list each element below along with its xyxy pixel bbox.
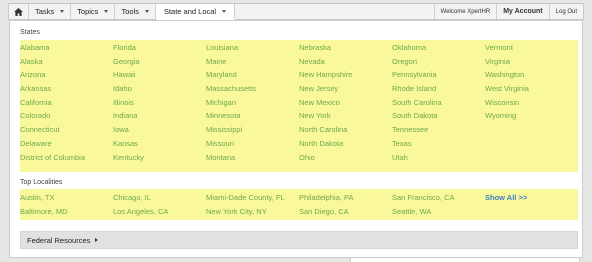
welcome-text: Welcome XpertHR <box>435 4 498 19</box>
nav-topics[interactable]: Topics <box>71 4 116 19</box>
state-link[interactable]: New Hampshire <box>299 68 392 82</box>
nav-tools[interactable]: Tools <box>115 4 156 19</box>
states-list: Alabama Florida Louisiana Nebraska Oklahoma V… <box>20 41 578 164</box>
state-link[interactable]: West Virginia <box>485 82 578 96</box>
page-content-edge <box>350 258 580 262</box>
locality-link[interactable]: Miami-Dade County, FL <box>206 191 299 205</box>
state-link[interactable]: California <box>20 96 113 110</box>
state-link[interactable]: Massachusetts <box>206 82 299 96</box>
locality-link[interactable]: Chicago, IL <box>113 191 206 205</box>
locality-link[interactable]: Austin, TX <box>20 191 113 205</box>
state-link[interactable]: Hawaii <box>113 68 206 82</box>
state-link[interactable]: Mississippi <box>206 123 299 137</box>
state-link[interactable]: Arkansas <box>20 82 113 96</box>
empty-cell <box>485 123 578 137</box>
locality-link[interactable]: Philadelphia, PA <box>299 191 392 205</box>
state-link[interactable]: Iowa <box>113 123 206 137</box>
empty-cell <box>485 151 578 165</box>
state-link[interactable]: Tennessee <box>392 123 485 137</box>
state-link[interactable]: Rhode Island <box>392 82 485 96</box>
locality-link[interactable]: San Francisco, CA <box>392 191 485 205</box>
nav-tasks[interactable]: Tasks <box>29 4 72 19</box>
locality-link[interactable]: Seattle, WA <box>392 205 485 219</box>
state-link[interactable]: Kansas <box>113 137 206 151</box>
state-link[interactable]: South Dakota <box>392 109 485 123</box>
state-link[interactable]: Texas <box>392 137 485 151</box>
show-all-link[interactable]: Show All >> <box>485 191 578 205</box>
chevron-down-icon <box>104 10 109 13</box>
empty-cell <box>485 137 578 151</box>
state-and-local-dropdown: States Alabama Florida Louisiana Nebraska Ok… <box>9 20 583 258</box>
state-link[interactable]: Delaware <box>20 137 113 151</box>
state-link[interactable]: Maine <box>206 55 299 69</box>
state-link[interactable]: Montana <box>206 151 299 165</box>
state-link[interactable]: Florida <box>113 41 206 55</box>
state-link[interactable]: Wisconsin <box>485 96 578 110</box>
locality-link[interactable]: San Diego, CA <box>299 205 392 219</box>
empty-cell <box>485 205 578 219</box>
state-link[interactable]: New York <box>299 109 392 123</box>
chevron-down-icon <box>60 10 65 13</box>
locality-link[interactable]: Los Angeles, CA <box>113 205 206 219</box>
state-link[interactable]: Missouri <box>206 137 299 151</box>
nav-state-and-local-label: State and Local <box>163 7 217 16</box>
my-account-link[interactable]: My Account <box>497 4 550 19</box>
state-link[interactable]: Nevada <box>299 55 392 69</box>
state-link[interactable]: Indiana <box>113 109 206 123</box>
state-link[interactable]: Connecticut <box>20 123 113 137</box>
state-link[interactable]: Georgia <box>113 55 206 69</box>
log-out-link[interactable]: Log Out <box>550 4 583 19</box>
states-heading: States <box>20 29 40 36</box>
state-link[interactable]: Utah <box>392 151 485 165</box>
localities-list: Austin, TX Chicago, IL Miami-Dade County, … <box>20 191 578 218</box>
state-link[interactable]: Nebraska <box>299 41 392 55</box>
state-link[interactable]: New Mexico <box>299 96 392 110</box>
state-link[interactable]: South Carolina <box>392 96 485 110</box>
state-link[interactable]: Louisiana <box>206 41 299 55</box>
chevron-down-icon <box>144 10 149 13</box>
state-link[interactable]: Wyoming <box>485 109 578 123</box>
state-link[interactable]: Oregon <box>392 55 485 69</box>
state-link[interactable]: Oklahoma <box>392 41 485 55</box>
nav-spacer <box>235 4 435 19</box>
locality-link[interactable]: New York City, NY <box>206 205 299 219</box>
state-link[interactable]: Vermont <box>485 41 578 55</box>
home-icon <box>14 7 23 16</box>
state-link[interactable]: Illinois <box>113 96 206 110</box>
nav-topics-label: Topics <box>77 7 99 16</box>
state-link[interactable]: North Carolina <box>299 123 392 137</box>
federal-resources-toggle[interactable]: Federal Resources <box>20 231 578 249</box>
nav-tasks-label: Tasks <box>35 7 55 16</box>
state-link[interactable]: Maryland <box>206 68 299 82</box>
state-link[interactable]: North Dakota <box>299 137 392 151</box>
state-link[interactable]: Virginia <box>485 55 578 69</box>
state-link[interactable]: Ohio <box>299 151 392 165</box>
locality-link[interactable]: Baltimore, MD <box>20 205 113 219</box>
state-link[interactable]: District of Columbia <box>20 151 113 165</box>
state-link[interactable]: Arizona <box>20 68 113 82</box>
state-link[interactable]: Michigan <box>206 96 299 110</box>
state-link[interactable]: New Jersey <box>299 82 392 96</box>
state-link[interactable]: Pennsylvania <box>392 68 485 82</box>
state-link[interactable]: Minnesota <box>206 109 299 123</box>
federal-resources-label: Federal Resources <box>27 235 91 245</box>
state-link[interactable]: Alaska <box>20 55 113 69</box>
state-link[interactable]: Colorado <box>20 109 113 123</box>
nav-tools-label: Tools <box>121 7 139 16</box>
chevron-right-icon <box>95 238 99 242</box>
top-nav-bar: Tasks Topics Tools State and Local Welco… <box>8 3 584 20</box>
localities-heading: Top Localities <box>20 179 63 186</box>
state-link[interactable]: Washington <box>485 68 578 82</box>
chevron-down-icon <box>222 10 227 13</box>
nav-state-and-local[interactable]: State and Local <box>155 4 236 20</box>
home-button[interactable] <box>9 4 29 19</box>
state-link[interactable]: Kentucky <box>113 151 206 165</box>
state-link[interactable]: Alabama <box>20 41 113 55</box>
state-link[interactable]: Idaho <box>113 82 206 96</box>
